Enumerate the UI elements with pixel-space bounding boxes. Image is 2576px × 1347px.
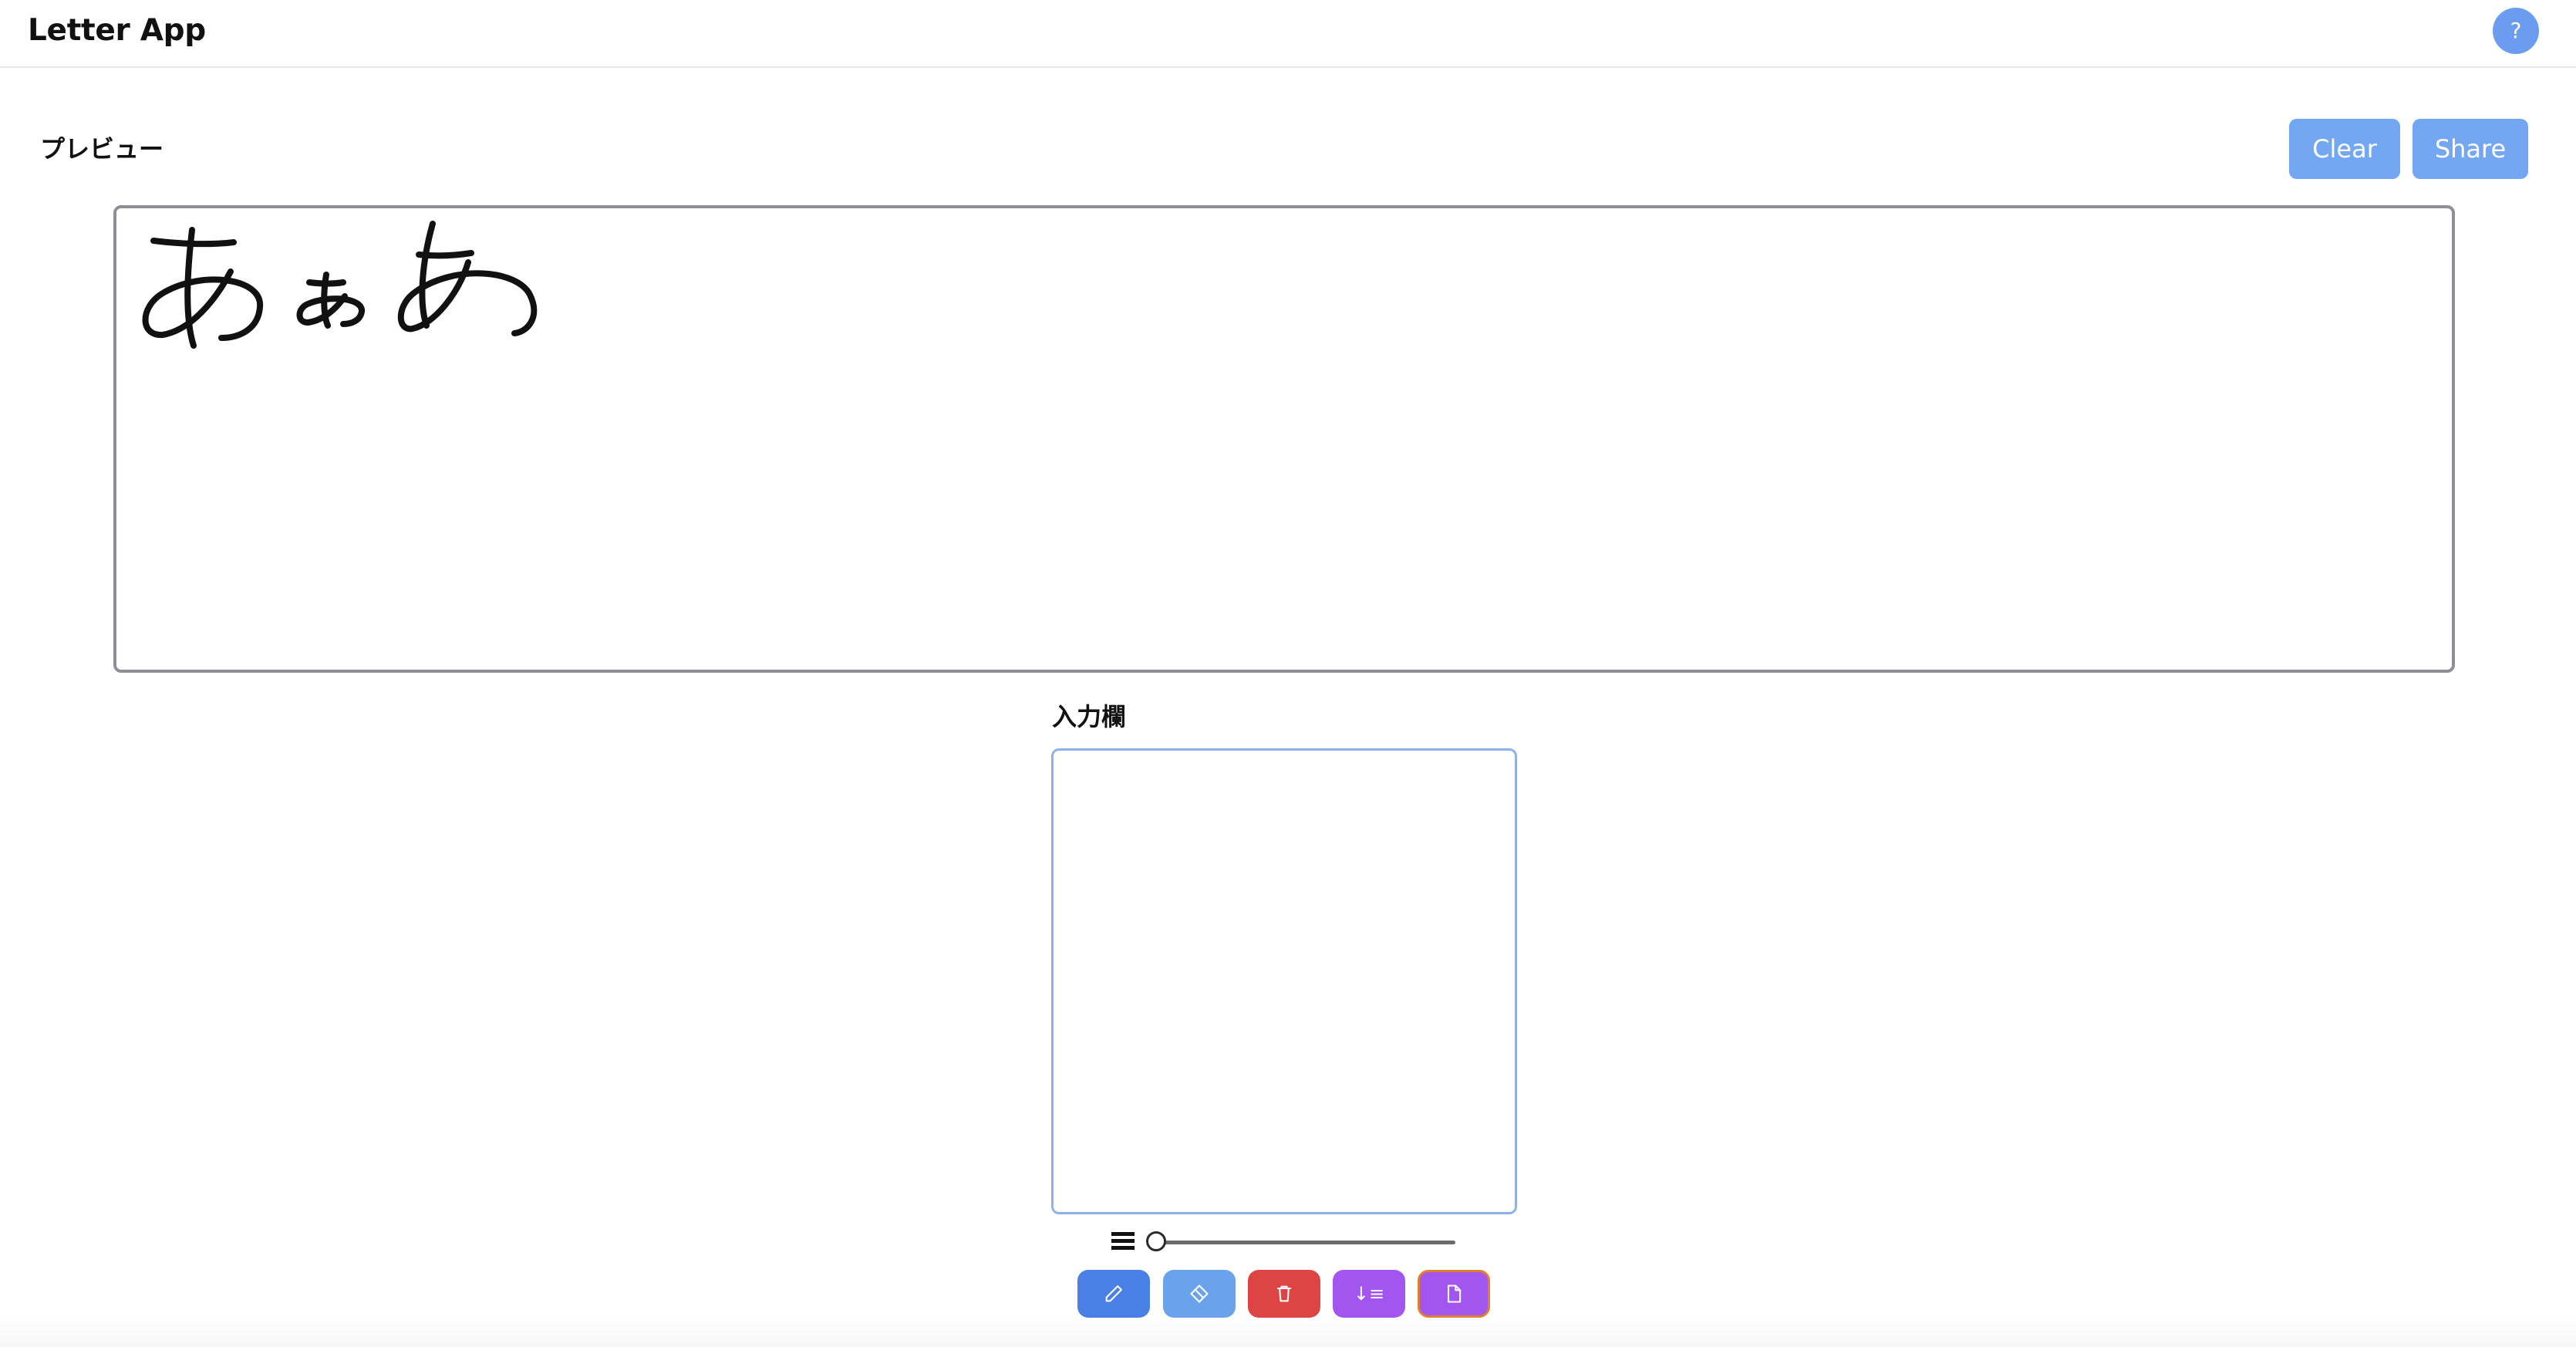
- trash-icon: [1276, 1285, 1292, 1302]
- app-title: Letter App: [28, 13, 206, 48]
- handwritten-letters: [142, 221, 538, 349]
- insert-line-button[interactable]: ↓≡: [1333, 1270, 1405, 1318]
- document-button[interactable]: [1418, 1270, 1490, 1318]
- slider-thumb[interactable]: [1146, 1231, 1166, 1251]
- input-label: 入力欄: [1052, 702, 1127, 731]
- share-button[interactable]: Share: [2412, 119, 2528, 179]
- help-icon: ?: [2510, 18, 2522, 43]
- clear-button[interactable]: Clear: [2289, 119, 2400, 179]
- preview-label: プレビュー: [40, 134, 164, 164]
- slider-track: [1157, 1241, 1455, 1244]
- help-button[interactable]: ?: [2493, 8, 2539, 54]
- eraser-icon: [1190, 1285, 1209, 1303]
- insert-line-icon: ↓≡: [1353, 1283, 1385, 1305]
- bottom-shade: [0, 1318, 2576, 1347]
- pen-button[interactable]: [1077, 1270, 1150, 1318]
- app-header: Letter App ?: [0, 0, 2576, 68]
- input-canvas[interactable]: [1051, 748, 1517, 1214]
- eraser-button[interactable]: [1163, 1270, 1236, 1318]
- lines-icon: [1111, 1232, 1135, 1251]
- pencil-icon: [1105, 1285, 1122, 1302]
- stroke-width-slider[interactable]: [1146, 1230, 1458, 1254]
- preview-canvas: [113, 205, 2455, 673]
- trash-button[interactable]: [1248, 1270, 1320, 1318]
- document-icon: [1447, 1285, 1462, 1303]
